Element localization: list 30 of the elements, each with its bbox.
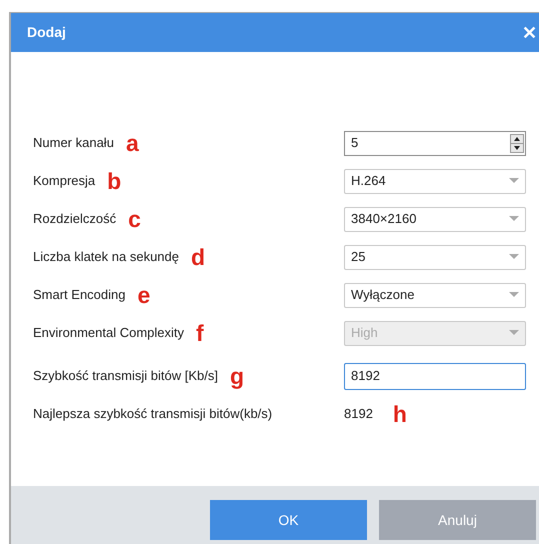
caret-icon (509, 254, 519, 260)
annotation-letter: b (107, 170, 122, 192)
dropdown[interactable]: Wyłączone (344, 282, 526, 308)
annotation-letter: c (128, 208, 141, 230)
annotation-letter: d (190, 246, 206, 268)
field-label: Szybkość transmisji bitów [Kb/s] (33, 367, 218, 386)
spinner-arrows-icon[interactable] (510, 134, 524, 152)
field-label: Kompresja (33, 172, 96, 190)
input-field[interactable]: 8192 (344, 362, 526, 390)
field-label: Rozdzielczość (33, 210, 116, 228)
dropdown[interactable]: 3840×2160 (344, 206, 526, 232)
field-value: 8192 (344, 405, 373, 424)
field-label: Environmental Complexity (33, 324, 184, 342)
field-label: Liczba klatek na sekundę (33, 248, 179, 266)
number-field[interactable]: 5 (344, 130, 526, 156)
field-label: Najlepsza szybkość transmisji bitów(kb/s) (33, 405, 272, 424)
annotation-letter: h (392, 402, 407, 426)
annotation-letter: g (230, 364, 244, 388)
dropdown[interactable]: H.264 (344, 168, 526, 194)
window-title: Dodaj (27, 23, 66, 42)
caret-icon (509, 330, 519, 336)
annotation-letter: a (126, 132, 139, 154)
annotation-letter: f (196, 322, 204, 344)
field-label: Numer kanału (33, 134, 114, 152)
caret-icon (509, 292, 519, 298)
caret-icon (509, 216, 519, 222)
caret-icon (509, 178, 519, 184)
annotation-letter: e (138, 284, 150, 306)
field-label: Smart Encoding (33, 286, 126, 304)
dropdown[interactable]: 25 (344, 244, 526, 270)
